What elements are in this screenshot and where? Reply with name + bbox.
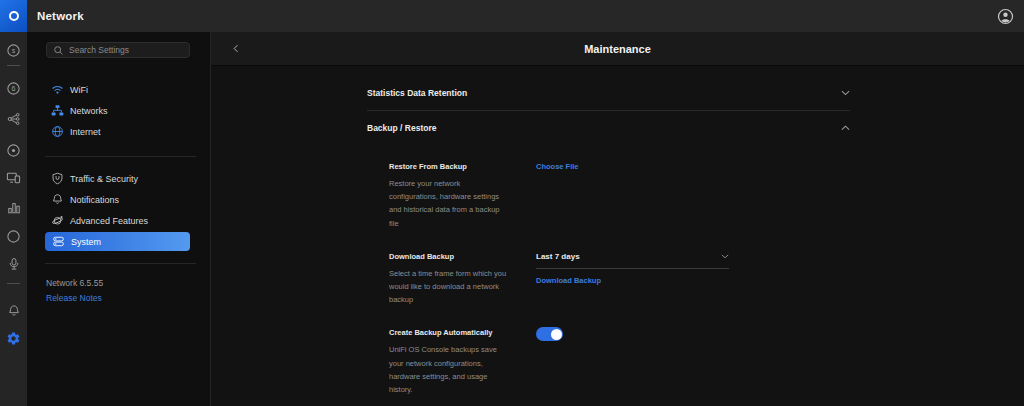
section-statistics-data-retention[interactable]: Statistics Data Retention [367, 75, 850, 110]
chevron-down-icon[interactable] [841, 90, 850, 96]
setting-description: Restore your network configurations, har… [389, 177, 506, 230]
user-avatar-icon[interactable] [997, 8, 1014, 25]
notifications-bell-icon[interactable] [5, 302, 22, 319]
networks-icon [51, 104, 64, 117]
top-bar: Network [0, 0, 1024, 32]
status-circle-icon[interactable] [5, 228, 22, 245]
sidebar-item-label: WiFi [70, 85, 88, 95]
setting-title: Download Backup [389, 251, 536, 262]
section-title: Statistics Data Retention [367, 88, 467, 98]
toggle-knob [551, 329, 562, 340]
timeframe-select-value: Last 7 days [536, 251, 580, 262]
orbit-icon [51, 214, 64, 227]
rail-divider [7, 65, 20, 66]
rail-divider [7, 283, 20, 284]
search-placeholder: Search Settings [69, 45, 129, 55]
sidebar-item-advanced-features[interactable]: Advanced Features [27, 210, 210, 231]
topology-icon[interactable] [5, 110, 22, 127]
svg-text:6: 6 [12, 85, 16, 92]
app-s-icon[interactable]: s [5, 42, 22, 59]
sidebar-group-primary: WiFi Networks Internet [27, 79, 210, 142]
sidebar-item-networks[interactable]: Networks [27, 100, 210, 121]
unifi-logo[interactable] [0, 0, 27, 32]
search-input[interactable]: Search Settings [46, 42, 190, 58]
auto-backup-toggle[interactable] [536, 327, 563, 341]
settings-sidebar: Search Settings WiFi Networks Internet T… [27, 32, 211, 406]
sidebar-item-label: Internet [70, 127, 101, 137]
create-backup-automatically-row: Create Backup Automatically UniFi OS Con… [389, 327, 850, 396]
download-backup-link[interactable]: Download Backup [536, 275, 850, 286]
bell-icon [51, 193, 64, 206]
sidebar-group-secondary: Traffic & Security Notifications Advance… [27, 168, 210, 252]
chevron-up-icon[interactable] [841, 125, 850, 131]
svg-text:s: s [12, 47, 16, 54]
restore-from-backup-row: Restore From Backup Restore your network… [389, 161, 850, 230]
app-network-icon[interactable]: 6 [5, 80, 22, 97]
talk-icon[interactable] [5, 255, 22, 272]
sidebar-item-internet[interactable]: Internet [27, 121, 210, 142]
version-label: Network 6.5.55 [46, 278, 103, 288]
settings-gear-icon[interactable] [5, 330, 22, 347]
backup-restore-body: Restore From Backup Restore your network… [389, 161, 850, 396]
main-panel: Maintenance Statistics Data Retention Ba… [211, 32, 1024, 406]
search-icon [53, 45, 64, 56]
sidebar-item-notifications[interactable]: Notifications [27, 189, 210, 210]
sidebar-item-label: Traffic & Security [70, 174, 138, 184]
main-header: Maintenance [211, 32, 1024, 66]
sidebar-item-label: Notifications [70, 195, 119, 205]
sidebar-item-wifi[interactable]: WiFi [27, 79, 210, 100]
sidebar-divider [45, 263, 196, 264]
release-notes-link[interactable]: Release Notes [46, 293, 102, 303]
sidebar-item-traffic-security[interactable]: Traffic & Security [27, 168, 210, 189]
choose-file-link[interactable]: Choose File [536, 161, 850, 172]
page-title: Maintenance [211, 32, 1024, 66]
devices-icon[interactable] [5, 169, 22, 186]
setting-description: Select a time frame form which you would… [389, 267, 513, 307]
protect-icon[interactable] [5, 142, 22, 159]
sidebar-item-label: System [71, 237, 101, 247]
maintenance-content: Statistics Data Retention Backup / Resto… [367, 66, 850, 406]
sidebar-item-system[interactable]: System [45, 232, 190, 251]
app-title: Network [37, 0, 84, 32]
setting-title: Create Backup Automatically [389, 327, 536, 338]
shield-icon [51, 172, 64, 185]
chevron-down-icon [721, 254, 729, 259]
internet-globe-icon [51, 125, 64, 138]
system-icon [52, 235, 65, 248]
sidebar-divider [45, 156, 196, 157]
wifi-icon [51, 83, 64, 96]
sidebar-item-label: Advanced Features [70, 216, 148, 226]
app-rail: s 6 [0, 32, 27, 406]
sidebar-item-label: Networks [70, 106, 108, 116]
download-backup-row: Download Backup Select a time frame form… [389, 251, 850, 307]
setting-title: Restore From Backup [389, 161, 536, 172]
section-backup-restore[interactable]: Backup / Restore [367, 110, 850, 145]
section-title: Backup / Restore [367, 123, 436, 133]
unifi-logo-ring [9, 11, 19, 21]
statistics-icon[interactable] [5, 199, 22, 216]
setting-description: UniFi OS Console backups save your netwo… [389, 343, 513, 396]
timeframe-select[interactable]: Last 7 days [536, 251, 729, 269]
